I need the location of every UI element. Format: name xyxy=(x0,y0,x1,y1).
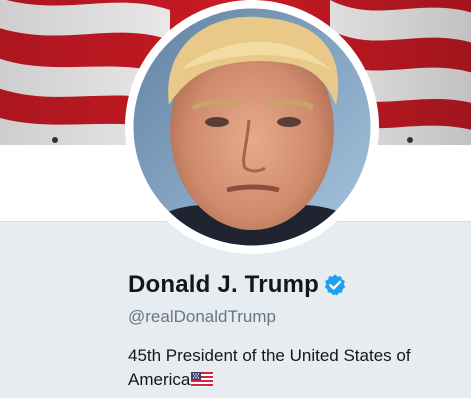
profile-bio: 45th President of the United States of A… xyxy=(128,344,438,392)
profile-handle[interactable]: @realDonaldTrump xyxy=(128,304,458,330)
us-flag-emoji-icon xyxy=(191,370,214,387)
profile-name[interactable]: Donald J. Trump xyxy=(128,271,319,299)
name-row: Donald J. Trump xyxy=(128,268,458,302)
avatar[interactable] xyxy=(121,0,383,254)
bio-text: 45th President of the United States of A… xyxy=(128,346,411,389)
avatar-photo xyxy=(125,0,379,254)
verified-badge-icon xyxy=(323,273,347,297)
profile-info: Donald J. Trump @realDonaldTrump 45th Pr… xyxy=(128,268,458,392)
profile-page: Donald J. Trump @realDonaldTrump 45th Pr… xyxy=(0,0,471,398)
